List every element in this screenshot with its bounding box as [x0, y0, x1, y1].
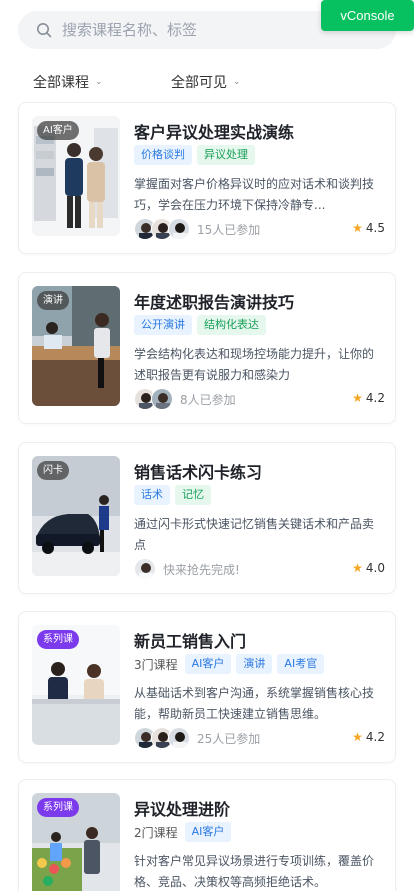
star-icon: ★	[352, 561, 363, 575]
participants-count: 8人已参加	[180, 392, 236, 407]
vconsole-button[interactable]: vConsole	[321, 0, 414, 31]
visibility-filter[interactable]: 全部可见 ⌄	[171, 72, 241, 92]
participants-count: 25人已参加	[197, 731, 261, 746]
avatar	[168, 727, 190, 749]
chevron-down-icon: ⌄	[233, 77, 241, 87]
course-tags: 公开演讲 结构化表达	[134, 315, 266, 335]
course-card[interactable]: 闪卡 销售话术闪卡练习 话术 记忆 通过闪卡形式快速记忆销售关键话术和产品卖点 …	[18, 442, 396, 594]
course-count: 2门课程	[134, 825, 178, 840]
course-type-badge: 闪卡	[37, 461, 69, 480]
course-tag: 结构化表达	[197, 315, 266, 335]
course-description: 通过闪卡形式快速记忆销售关键话术和产品卖点	[134, 517, 375, 552]
category-filter[interactable]: 全部课程 ⌄	[33, 72, 103, 92]
course-footer: 15人已参加 ★ 4.5	[134, 218, 385, 240]
course-tags: 价格谈判 异议处理	[134, 145, 255, 165]
filter-bar: 全部课程 ⌄ 全部可见 ⌄	[0, 64, 414, 100]
course-tags: 话术 记忆	[134, 485, 211, 505]
course-tag: AI考官	[277, 654, 325, 674]
rating-value: 4.2	[365, 391, 385, 405]
participants-count: 快来抢先完成!	[163, 562, 240, 577]
course-title: 异议处理进阶	[134, 800, 231, 819]
course-card[interactable]: 系列课 新员工销售入门 3门课程 AI客户 演讲 AI考官 从基础话术到客户沟通…	[18, 611, 396, 763]
course-tag: 话术	[134, 485, 170, 505]
course-tag: AI客户	[184, 654, 232, 674]
course-tags: 3门课程 AI客户 演讲 AI考官	[134, 654, 325, 674]
avatar	[168, 218, 190, 240]
course-description: 掌握面对客户价格异议时的应对话术和谈判技巧，学会在压力环境下保持冷静专...	[134, 177, 375, 212]
course-footer: 快来抢先完成! ★ 4.0	[134, 558, 385, 580]
course-rating: ★ 4.2	[352, 730, 385, 744]
participant-avatars	[134, 727, 190, 749]
rating-value: 4.2	[365, 730, 385, 744]
search-icon	[37, 23, 52, 38]
course-title: 年度述职报告演讲技巧	[134, 293, 295, 312]
course-footer: 25人已参加 ★ 4.2	[134, 727, 385, 749]
category-filter-label: 全部课程	[33, 75, 89, 91]
course-title: 客户异议处理实战演练	[134, 123, 295, 142]
participant-avatars	[134, 388, 173, 410]
participants-count: 15人已参加	[197, 222, 261, 237]
chevron-down-icon: ⌄	[95, 77, 103, 87]
rating-value: 4.5	[365, 221, 385, 235]
search-input[interactable]	[62, 21, 342, 39]
course-title: 销售话术闪卡练习	[134, 463, 263, 482]
course-title: 新员工销售入门	[134, 632, 247, 651]
course-rating: ★ 4.0	[352, 561, 385, 575]
course-thumbnail: 系列课	[32, 793, 120, 891]
course-description: 从基础话术到客户沟通，系统掌握销售核心技能，帮助新员工快速建立销售思维。	[134, 686, 375, 721]
course-tags: 2门课程 AI客户	[134, 822, 232, 842]
course-description: 针对客户常见异议场景进行专项训练，覆盖价格、竞品、决策权等高频拒绝话术。	[134, 854, 375, 889]
course-thumbnail: AI客户	[32, 116, 120, 236]
course-count: 3门课程	[134, 657, 178, 672]
course-tag: 异议处理	[197, 145, 255, 165]
course-thumbnail: 系列课	[32, 625, 120, 745]
course-rating: ★ 4.2	[352, 391, 385, 405]
participant-avatars	[134, 218, 190, 240]
rating-value: 4.0	[365, 561, 385, 575]
course-tag: 价格谈判	[134, 145, 192, 165]
course-type-badge: 系列课	[37, 630, 79, 649]
course-card[interactable]: 系列课 异议处理进阶 2门课程 AI客户 针对客户常见异议场景进行专项训练，覆盖…	[18, 779, 396, 891]
avatar	[134, 558, 156, 580]
course-tag: 演讲	[236, 654, 273, 674]
course-type-badge: 系列课	[37, 798, 79, 817]
course-thumbnail: 演讲	[32, 286, 120, 406]
participant-avatars	[134, 558, 156, 580]
star-icon: ★	[352, 221, 363, 235]
star-icon: ★	[352, 391, 363, 405]
course-type-badge: 演讲	[37, 291, 69, 310]
course-tag: AI客户	[184, 822, 232, 842]
avatar	[151, 388, 173, 410]
course-type-badge: AI客户	[37, 121, 79, 140]
course-tag: 公开演讲	[134, 315, 192, 335]
course-card[interactable]: 演讲 年度述职报告演讲技巧 公开演讲 结构化表达 学会结构化表达和现场控场能力提…	[18, 272, 396, 424]
visibility-filter-label: 全部可见	[171, 75, 227, 91]
course-tag: 记忆	[175, 485, 211, 505]
course-thumbnail: 闪卡	[32, 456, 120, 576]
course-footer: 8人已参加 ★ 4.2	[134, 388, 385, 410]
course-description: 学会结构化表达和现场控场能力提升，让你的述职报告更有说服力和感染力	[134, 347, 375, 382]
course-rating: ★ 4.5	[352, 221, 385, 235]
course-card[interactable]: AI客户 客户异议处理实战演练 价格谈判 异议处理 掌握面对客户价格异议时的应对…	[18, 102, 396, 254]
star-icon: ★	[352, 730, 363, 744]
